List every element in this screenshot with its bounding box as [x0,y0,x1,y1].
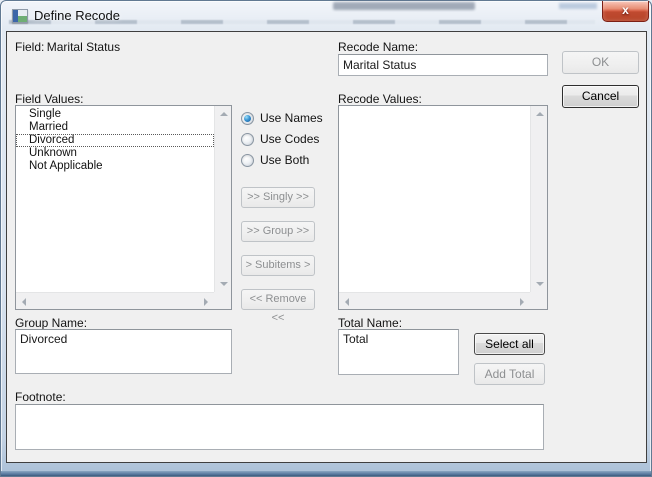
app-window-icon [12,9,28,23]
singly-button[interactable]: >> Singly >> [241,187,315,208]
field-value: Marital Status [47,40,120,54]
group-name-input[interactable]: Divorced [15,329,232,374]
glass-reflection [333,2,475,10]
select-all-button[interactable]: Select all [474,333,545,355]
group-button[interactable]: >> Group >> [241,221,315,242]
glass-reflection [559,3,597,9]
window-bottom-border [1,471,651,476]
scroll-down-icon[interactable] [220,282,228,286]
recode-name-label: Recode Name: [338,40,418,54]
title-bar[interactable]: Define Recode x [1,1,651,31]
field-values-label: Field Values: [15,92,83,106]
scroll-left-icon[interactable] [345,298,349,306]
field-values-listbox[interactable]: Single Married Divorced Unknown Not Appl… [15,105,232,310]
list-item-focused[interactable]: Divorced [16,134,214,147]
recode-values-listbox[interactable] [338,105,548,310]
scroll-up-icon[interactable] [220,112,228,116]
radio-use-codes[interactable]: Use Codes [241,131,319,147]
radio-button-icon[interactable] [241,133,254,146]
radio-button-icon[interactable] [241,112,254,125]
close-button[interactable]: x [602,1,649,22]
list-item[interactable]: Single [16,108,214,121]
horizontal-scrollbar[interactable] [339,292,530,309]
group-name-label: Group Name: [15,316,87,330]
list-item[interactable]: Not Applicable [16,160,214,173]
remove-button[interactable]: << Remove << [241,289,315,310]
radio-use-names[interactable]: Use Names [241,110,323,126]
total-name-input[interactable]: Total [338,329,459,375]
vertical-scrollbar[interactable] [214,106,231,292]
scroll-right-icon[interactable] [204,298,208,306]
ok-button[interactable]: OK [562,51,639,74]
field-label: Field: Marital Status [15,40,120,54]
scrollbar-corner [530,292,547,309]
radio-use-both[interactable]: Use Both [241,152,309,168]
dialog-client-area: Field: Marital Status Recode Name: OK Ca… [6,31,647,463]
scroll-up-icon[interactable] [536,112,544,116]
horizontal-scrollbar[interactable] [16,292,214,309]
window-title: Define Recode [34,8,120,23]
footnote-input[interactable] [15,404,544,450]
scroll-right-icon[interactable] [520,298,524,306]
scroll-down-icon[interactable] [536,282,544,286]
scroll-left-icon[interactable] [22,298,26,306]
footnote-label: Footnote: [15,390,66,404]
subitems-button[interactable]: > Subitems > [241,255,315,276]
add-total-button[interactable]: Add Total [474,363,545,385]
field-values-list: Single Married Divorced Unknown Not Appl… [16,106,214,292]
recode-values-list [339,106,530,292]
recode-name-input[interactable] [338,54,548,76]
dialog-window: Define Recode x Field: Marital Status Re… [0,0,652,477]
vertical-scrollbar[interactable] [530,106,547,292]
radio-button-icon[interactable] [241,154,254,167]
recode-values-label: Recode Values: [338,92,422,106]
cancel-button[interactable]: Cancel [562,85,639,108]
close-icon: x [622,3,629,17]
scrollbar-corner [214,292,231,309]
list-item[interactable]: Married [16,121,214,134]
total-name-label: Total Name: [338,316,402,330]
list-item[interactable]: Unknown [16,147,214,160]
